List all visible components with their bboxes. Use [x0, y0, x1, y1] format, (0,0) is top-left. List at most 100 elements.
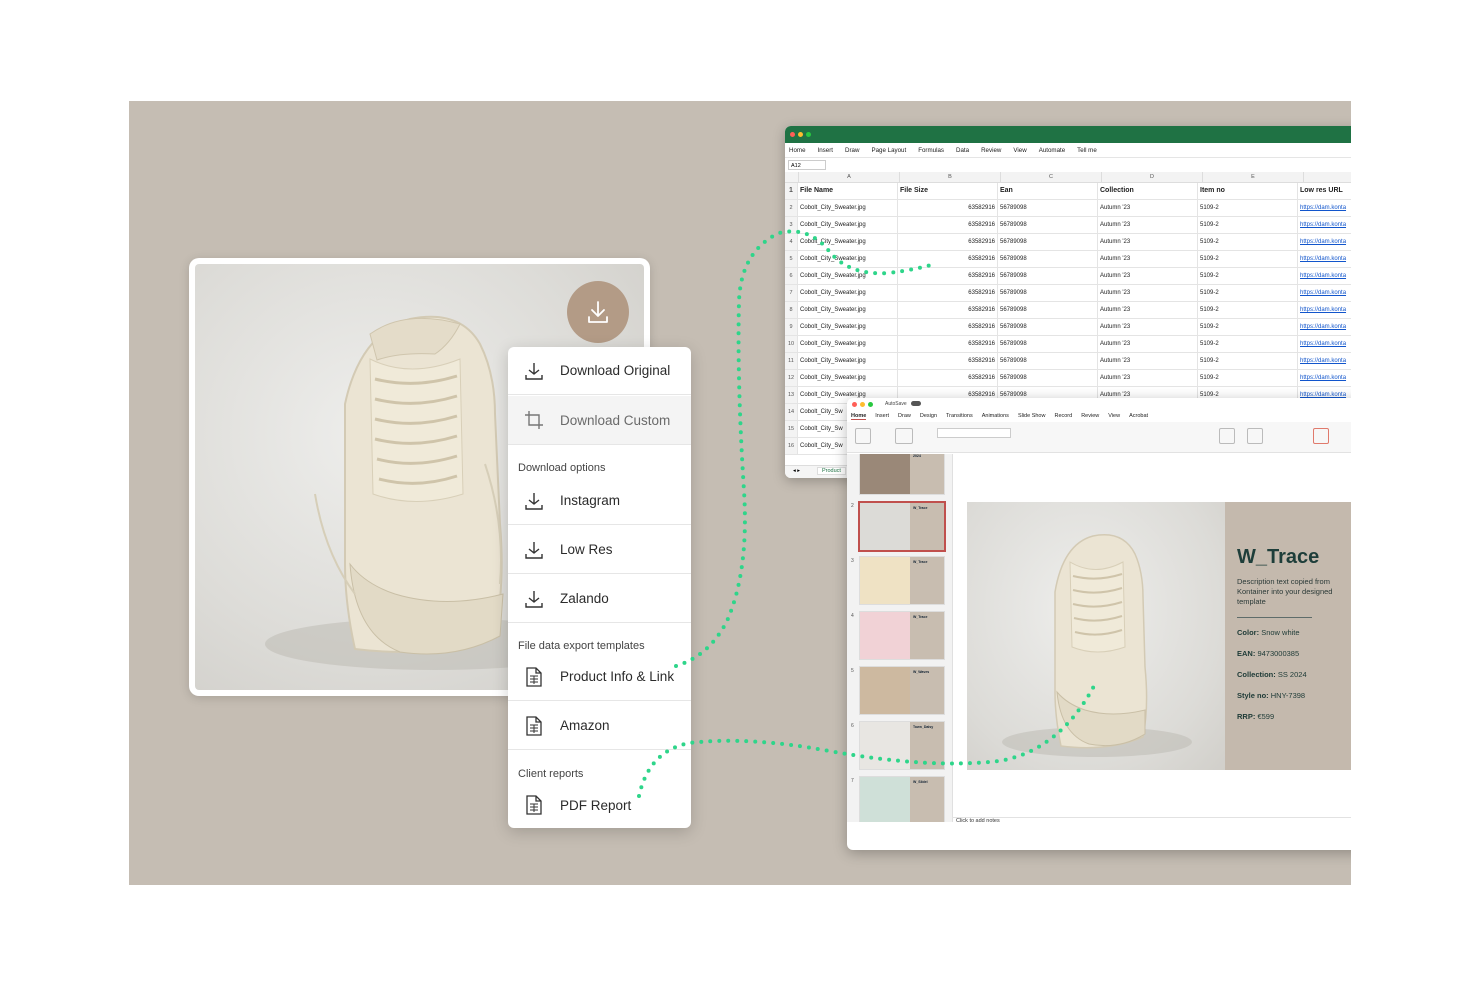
table-cell[interactable]: Autumn '23	[1098, 353, 1198, 369]
table-cell[interactable]: 5109-2	[1198, 336, 1298, 352]
row-number[interactable]: 15	[785, 421, 798, 437]
table-cell[interactable]: https://dam.konta	[1298, 302, 1351, 318]
row-number[interactable]: 6	[785, 268, 798, 284]
row-number[interactable]: 2	[785, 200, 798, 216]
powerpoint-tab[interactable]: Record	[1054, 413, 1072, 419]
table-cell[interactable]: https://dam.konta	[1298, 200, 1351, 216]
table-cell[interactable]: Autumn '23	[1098, 336, 1198, 352]
table-cell[interactable]: 56789098	[998, 353, 1098, 369]
add-ins-icon[interactable]	[1313, 428, 1329, 444]
slide-thumbnail[interactable]: Spring/Summer 2024	[859, 454, 945, 495]
table-cell[interactable]: 5109-2	[1198, 200, 1298, 216]
download-custom-item[interactable]: Download Custom	[508, 396, 691, 445]
table-cell[interactable]: 5109-2	[1198, 268, 1298, 284]
minimize-window-dot[interactable]	[860, 402, 865, 407]
powerpoint-tab[interactable]: Acrobat	[1129, 413, 1148, 419]
row-number[interactable]: 10	[785, 336, 798, 352]
new-slide-icon[interactable]	[895, 428, 913, 444]
table-cell[interactable]: 5109-2	[1198, 319, 1298, 335]
font-select[interactable]	[937, 428, 1011, 438]
excel-tab[interactable]: Formulas	[918, 147, 944, 154]
table-cell[interactable]: 63582916	[898, 285, 998, 301]
table-cell[interactable]: Cobolt_City_Sweater.jpg	[798, 336, 898, 352]
table-cell[interactable]: Cobolt_City_Sweater.jpg	[798, 319, 898, 335]
table-cell[interactable]: Cobolt_City_Sweater.jpg	[798, 217, 898, 233]
minimize-window-dot[interactable]	[798, 132, 803, 137]
table-cell[interactable]: 63582916	[898, 370, 998, 386]
table-cell[interactable]: Autumn '23	[1098, 217, 1198, 233]
slide-thumbnail[interactable]: W_Slidel	[859, 776, 945, 822]
column-letter[interactable]: D	[1102, 172, 1203, 182]
table-cell[interactable]: Autumn '23	[1098, 302, 1198, 318]
excel-tab[interactable]: View	[1013, 147, 1026, 154]
column-header-cell[interactable]: Ean	[998, 183, 1098, 199]
slide-thumbnail[interactable]: W_Trace	[858, 501, 946, 552]
tell-me-search[interactable]: Tell me	[1077, 147, 1097, 154]
slide-thumbnail[interactable]: W_Waves	[859, 666, 945, 715]
shapes-icon[interactable]	[1219, 428, 1235, 444]
table-cell[interactable]: 63582916	[898, 302, 998, 318]
row-number[interactable]: 9	[785, 319, 798, 335]
powerpoint-tab[interactable]: Home	[851, 413, 867, 420]
slide-thumbnail[interactable]: W_Trace	[859, 611, 945, 660]
table-cell[interactable]: Autumn '23	[1098, 251, 1198, 267]
zoom-window-dot[interactable]	[806, 132, 811, 137]
table-cell[interactable]: 56789098	[998, 268, 1098, 284]
slide-thumbnail[interactable]: Town_Daisy	[859, 721, 945, 770]
instagram-item[interactable]: Instagram	[508, 477, 691, 525]
amazon-item[interactable]: Amazon	[508, 702, 691, 750]
autosave-toggle[interactable]	[911, 401, 921, 406]
row-number[interactable]: 7	[785, 285, 798, 301]
table-cell[interactable]: 5109-2	[1198, 370, 1298, 386]
column-letter[interactable]: A	[799, 172, 900, 182]
table-cell[interactable]: 5109-2	[1198, 234, 1298, 250]
paste-icon[interactable]	[855, 428, 871, 444]
slide-thumbnail[interactable]: W_Trace	[859, 556, 945, 605]
table-cell[interactable]: 56789098	[998, 336, 1098, 352]
sheet-tab-product[interactable]: Product	[817, 467, 846, 475]
table-cell[interactable]: 63582916	[898, 200, 998, 216]
product-info-item[interactable]: Product Info & Link	[508, 653, 691, 701]
zoom-window-dot[interactable]	[868, 402, 873, 407]
table-cell[interactable]: 56789098	[998, 217, 1098, 233]
sheet-nav-arrows[interactable]: ◂ ▸	[793, 468, 800, 474]
table-cell[interactable]: Cobolt_City_Sweater.jpg	[798, 302, 898, 318]
table-cell[interactable]: 5109-2	[1198, 285, 1298, 301]
excel-tab[interactable]: Review	[981, 147, 1001, 154]
column-header-cell[interactable]: File Name	[798, 183, 898, 199]
table-cell[interactable]: https://dam.konta	[1298, 251, 1351, 267]
table-cell[interactable]: Cobolt_City_Sweater.jpg	[798, 268, 898, 284]
table-cell[interactable]: 63582916	[898, 234, 998, 250]
powerpoint-tab[interactable]: Review	[1081, 413, 1099, 419]
table-cell[interactable]: Cobolt_City_Sweater.jpg	[798, 353, 898, 369]
column-letter[interactable]: C	[1001, 172, 1102, 182]
table-cell[interactable]: 5109-2	[1198, 353, 1298, 369]
row-number[interactable]: 12	[785, 370, 798, 386]
excel-tab[interactable]: Page Layout	[871, 147, 906, 154]
drawing-icon[interactable]	[1247, 428, 1263, 444]
table-cell[interactable]: Autumn '23	[1098, 370, 1198, 386]
table-cell[interactable]: 56789098	[998, 234, 1098, 250]
name-box[interactable]: A12	[788, 160, 826, 170]
table-cell[interactable]: 63582916	[898, 217, 998, 233]
table-cell[interactable]: 5109-2	[1198, 302, 1298, 318]
row-number[interactable]: 1	[785, 183, 798, 199]
download-button[interactable]	[567, 281, 629, 343]
table-cell[interactable]: https://dam.konta	[1298, 353, 1351, 369]
excel-tab[interactable]: Insert	[818, 147, 833, 154]
table-cell[interactable]: Autumn '23	[1098, 234, 1198, 250]
notes-pane[interactable]: Click to add notes	[952, 817, 1351, 830]
table-cell[interactable]: https://dam.konta	[1298, 217, 1351, 233]
close-window-dot[interactable]	[852, 402, 857, 407]
column-header-cell[interactable]: File Size	[898, 183, 998, 199]
table-cell[interactable]: 56789098	[998, 319, 1098, 335]
table-cell[interactable]: 56789098	[998, 285, 1098, 301]
table-cell[interactable]: https://dam.konta	[1298, 319, 1351, 335]
powerpoint-tab[interactable]: Insert	[875, 413, 889, 419]
table-cell[interactable]: 63582916	[898, 319, 998, 335]
table-cell[interactable]: Autumn '23	[1098, 319, 1198, 335]
powerpoint-tab[interactable]: Design	[920, 413, 937, 419]
pdf-report-item[interactable]: PDF Report	[508, 781, 691, 828]
table-cell[interactable]: 63582916	[898, 336, 998, 352]
table-cell[interactable]: 63582916	[898, 353, 998, 369]
